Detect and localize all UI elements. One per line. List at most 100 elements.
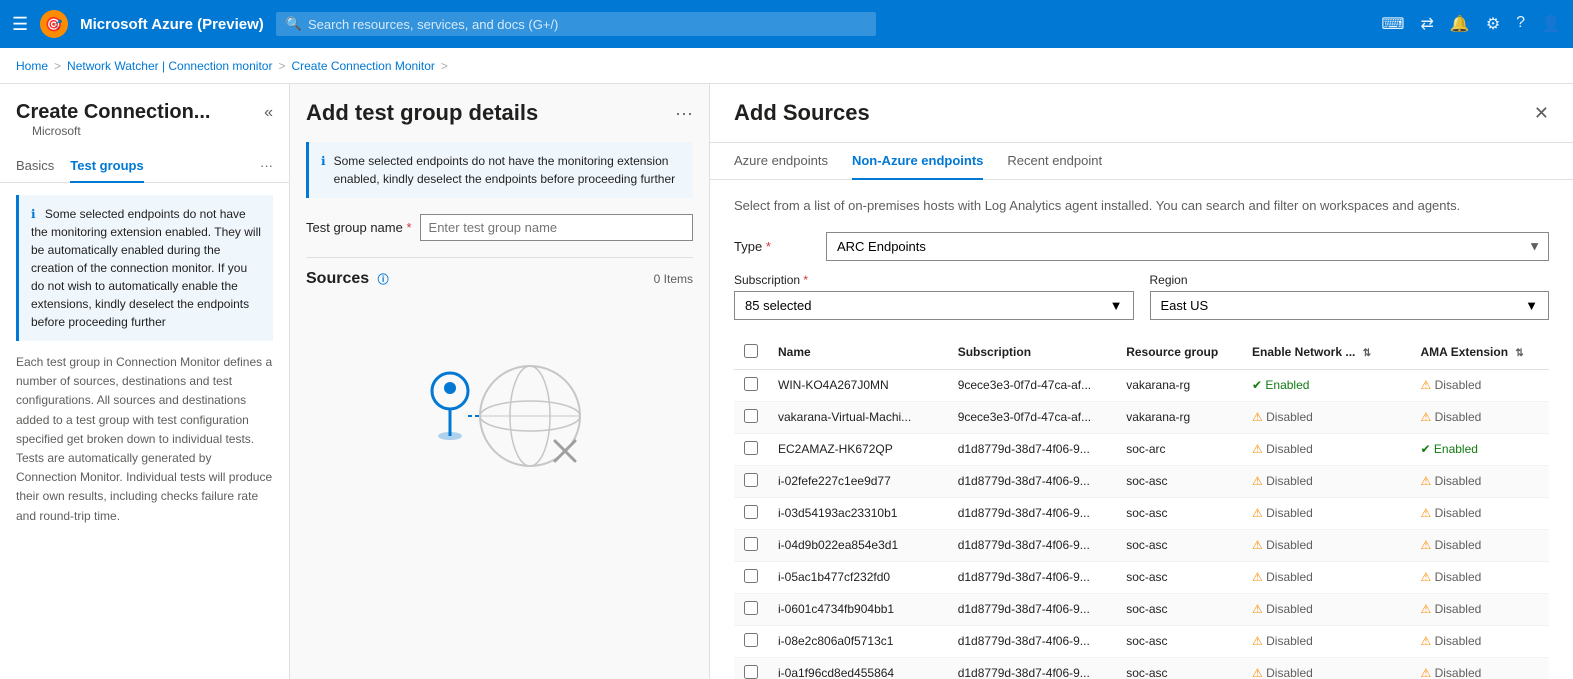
required-indicator: * xyxy=(406,220,411,235)
add-sources-panel: Add Sources ✕ Azure endpoints Non-Azure … xyxy=(710,84,1573,679)
cell-subscription: d1d8779d-38d7-4f06-9... xyxy=(948,625,1116,657)
enable-network-warn-icon: ⚠ xyxy=(1252,474,1263,488)
sources-label: Sources xyxy=(306,270,369,287)
test-group-name-row: Test group name * xyxy=(306,214,693,241)
cell-ama-extension: ⚠ Disabled xyxy=(1410,561,1549,593)
test-group-name-input[interactable] xyxy=(420,214,693,241)
center-panel-header: Add test group details ··· xyxy=(306,100,693,126)
type-select[interactable]: ARC Endpoints xyxy=(826,232,1549,261)
ama-check-icon: ✔ xyxy=(1420,442,1430,456)
row-checkbox[interactable] xyxy=(744,537,758,551)
cell-name: EC2AMAZ-HK672QP xyxy=(768,433,948,465)
filter-row: Subscription * 85 selected ▼ Region East… xyxy=(734,273,1549,320)
cell-checkbox xyxy=(734,369,768,401)
cell-subscription: 9cece3e3-0f7d-47ca-af... xyxy=(948,401,1116,433)
subscription-label: Subscription * xyxy=(734,273,1134,287)
ama-warn-icon: ⚠ xyxy=(1420,474,1431,488)
ama-warn-icon: ⚠ xyxy=(1420,378,1431,392)
settings-icon[interactable]: ⚙ xyxy=(1486,14,1500,34)
search-bar[interactable]: 🔍 xyxy=(276,12,876,36)
region-dropdown-icon: ▼ xyxy=(1525,298,1538,313)
row-checkbox[interactable] xyxy=(744,377,758,391)
enable-network-warn-icon: ⚠ xyxy=(1252,506,1263,520)
cell-subscription: d1d8779d-38d7-4f06-9... xyxy=(948,657,1116,679)
cell-enable-network: ⚠ Disabled xyxy=(1242,401,1410,433)
cloud-shell-icon[interactable]: ⌨ xyxy=(1381,14,1404,34)
cell-enable-network: ⚠ Disabled xyxy=(1242,529,1410,561)
table-row: i-05ac1b477cf232fd0 d1d8779d-38d7-4f06-9… xyxy=(734,561,1549,593)
notifications-icon[interactable]: 🔔 xyxy=(1450,14,1470,34)
panel-tabs: Azure endpoints Non-Azure endpoints Rece… xyxy=(710,143,1573,180)
row-checkbox[interactable] xyxy=(744,633,758,647)
enable-network-check-icon: ✔ xyxy=(1252,378,1262,392)
cell-enable-network: ⚠ Disabled xyxy=(1242,561,1410,593)
th-ama-extension[interactable]: AMA Extension ⇅ xyxy=(1410,336,1549,370)
cell-resource-group: soc-asc xyxy=(1116,465,1242,497)
sidebar-tab-more[interactable]: ··· xyxy=(260,150,273,182)
center-more-icon[interactable]: ··· xyxy=(675,103,693,124)
nav-icon-group: ⌨ ⇄ 🔔 ⚙ ? 👤 xyxy=(1381,14,1561,34)
enable-network-warn-icon: ⚠ xyxy=(1252,410,1263,424)
enable-network-warn-icon: ⚠ xyxy=(1252,666,1263,679)
table-row: vakarana-Virtual-Machi... 9cece3e3-0f7d-… xyxy=(734,401,1549,433)
cell-checkbox xyxy=(734,529,768,561)
row-checkbox[interactable] xyxy=(744,665,758,679)
collapse-icon[interactable]: « xyxy=(264,104,273,122)
close-button[interactable]: ✕ xyxy=(1534,103,1549,124)
breadcrumb-create-monitor[interactable]: Create Connection Monitor xyxy=(291,59,434,73)
tab-azure-endpoints[interactable]: Azure endpoints xyxy=(734,143,828,180)
tab-test-groups[interactable]: Test groups xyxy=(70,150,143,183)
cell-enable-network: ⚠ Disabled xyxy=(1242,433,1410,465)
panel-title: Add Sources xyxy=(734,100,870,126)
row-checkbox[interactable] xyxy=(744,441,758,455)
row-checkbox[interactable] xyxy=(744,601,758,615)
row-checkbox[interactable] xyxy=(744,473,758,487)
tab-non-azure-endpoints[interactable]: Non-Azure endpoints xyxy=(852,143,983,180)
search-input[interactable] xyxy=(308,17,866,32)
type-label: Type * xyxy=(734,239,814,254)
breadcrumb-sep-1: > xyxy=(54,59,61,73)
breadcrumb-network-watcher[interactable]: Network Watcher | Connection monitor xyxy=(67,59,272,73)
cell-resource-group: soc-asc xyxy=(1116,561,1242,593)
row-checkbox[interactable] xyxy=(744,505,758,519)
hamburger-menu[interactable]: ☰ xyxy=(12,14,28,35)
th-enable-network[interactable]: Enable Network ... ⇅ xyxy=(1242,336,1410,370)
table-row: EC2AMAZ-HK672QP d1d8779d-38d7-4f06-9... … xyxy=(734,433,1549,465)
select-all-checkbox[interactable] xyxy=(744,344,758,358)
cell-subscription: d1d8779d-38d7-4f06-9... xyxy=(948,433,1116,465)
table-row: i-02fefe227c1ee9d77 d1d8779d-38d7-4f06-9… xyxy=(734,465,1549,497)
enable-network-warn-icon: ⚠ xyxy=(1252,602,1263,616)
row-checkbox[interactable] xyxy=(744,569,758,583)
cell-resource-group: soc-asc xyxy=(1116,625,1242,657)
enable-network-warn-icon: ⚠ xyxy=(1252,634,1263,648)
cell-enable-network: ✔ Enabled xyxy=(1242,369,1410,401)
cell-checkbox xyxy=(734,497,768,529)
tab-basics[interactable]: Basics xyxy=(16,150,54,183)
cell-enable-network: ⚠ Disabled xyxy=(1242,657,1410,679)
cell-ama-extension: ⚠ Disabled xyxy=(1410,529,1549,561)
type-select-wrapper: ARC Endpoints ▼ xyxy=(826,232,1549,261)
cell-checkbox xyxy=(734,593,768,625)
help-icon[interactable]: ? xyxy=(1516,14,1525,34)
directory-icon[interactable]: ⇄ xyxy=(1421,14,1434,34)
ama-warn-icon: ⚠ xyxy=(1420,506,1431,520)
cell-resource-group: soc-asc xyxy=(1116,529,1242,561)
table-header: Name Subscription Resource group Enable … xyxy=(734,336,1549,370)
alert-info-icon: ℹ xyxy=(321,152,326,188)
cell-name: i-05ac1b477cf232fd0 xyxy=(768,561,948,593)
th-name: Name xyxy=(768,336,948,370)
subscription-dropdown[interactable]: 85 selected ▼ xyxy=(734,291,1134,320)
ama-warn-icon: ⚠ xyxy=(1420,570,1431,584)
sources-info-icon: ⓘ xyxy=(378,274,389,286)
cell-name: i-0a1f96cd8ed455864 xyxy=(768,657,948,679)
cell-enable-network: ⚠ Disabled xyxy=(1242,593,1410,625)
alert-text: Some selected endpoints do not have the … xyxy=(334,152,681,188)
tab-recent-endpoint[interactable]: Recent endpoint xyxy=(1007,143,1102,180)
region-dropdown[interactable]: East US ▼ xyxy=(1150,291,1550,320)
cell-resource-group: soc-arc xyxy=(1116,433,1242,465)
top-navbar: ☰ 🎯 Microsoft Azure (Preview) 🔍 ⌨ ⇄ 🔔 ⚙ … xyxy=(0,0,1573,48)
type-row: Type * ARC Endpoints ▼ xyxy=(734,232,1549,261)
account-icon[interactable]: 👤 xyxy=(1541,14,1561,34)
breadcrumb-home[interactable]: Home xyxy=(16,59,48,73)
row-checkbox[interactable] xyxy=(744,409,758,423)
